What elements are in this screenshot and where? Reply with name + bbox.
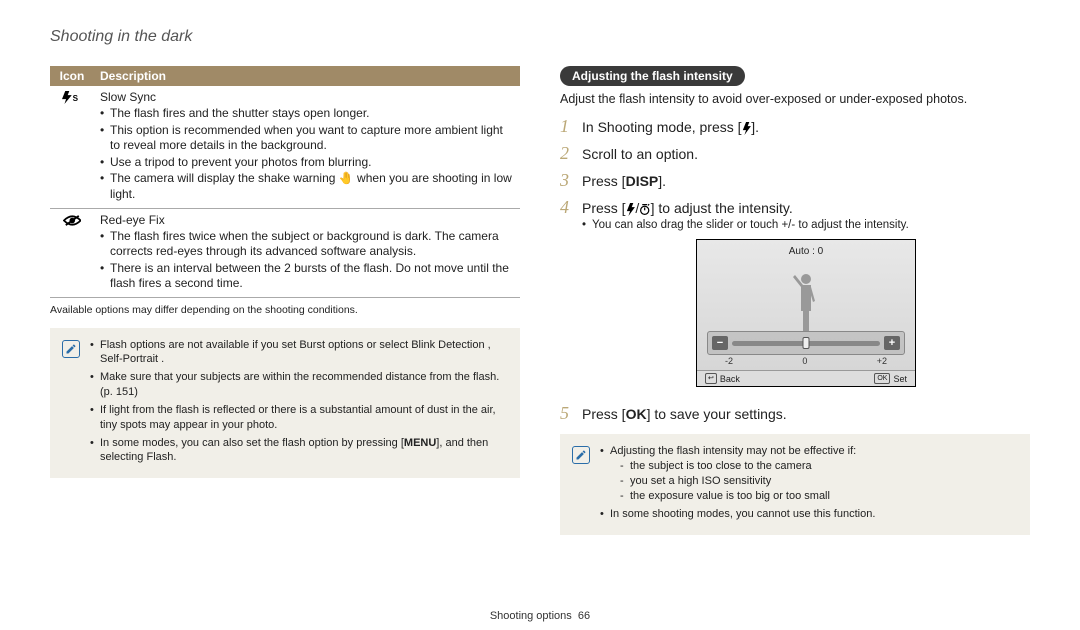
menu-key: MENU [404, 437, 436, 449]
slider-track[interactable] [732, 341, 880, 346]
steps-list: 1 In Shooting mode, press []. 2 Scroll t… [560, 116, 1030, 424]
note-sub: the exposure value is too big or too sma… [620, 489, 1018, 504]
row-title: Slow Sync [100, 90, 514, 104]
desc-item: This option is recommended when you want… [100, 123, 514, 154]
svg-text:S: S [73, 94, 79, 103]
step-number: 1 [560, 116, 582, 137]
step-number: 2 [560, 143, 582, 164]
right-note-box: Adjusting the flash intensity may not be… [560, 434, 1030, 534]
page-footer: Shooting options 66 [0, 610, 1080, 622]
right-column: Adjusting the flash intensity Adjust the… [560, 66, 1030, 535]
step-2: Scroll to an option. [582, 143, 1030, 162]
page-title: Shooting in the dark [50, 28, 1030, 46]
slider-thumb[interactable] [803, 337, 810, 349]
screen-title: Auto : 0 [707, 246, 905, 257]
red-eye-fix-icon [50, 208, 94, 297]
timer-icon [639, 202, 650, 216]
scale-mid: 0 [802, 356, 807, 366]
step-number: 4 [560, 197, 582, 218]
intensity-slider[interactable]: − + [707, 331, 905, 355]
table-row: S Slow Sync The flash fires and the shut… [50, 86, 520, 208]
section-pill: Adjusting the flash intensity [560, 66, 745, 86]
note-sub: the subject is too close to the camera [620, 459, 1018, 474]
left-column: Icon Description S Slow Sync The flash f… [50, 66, 520, 535]
step-number: 5 [560, 403, 582, 424]
desc-item: The flash fires and the shutter stays op… [100, 106, 514, 122]
note-item: Make sure that your subjects are within … [90, 370, 508, 400]
note-icon [572, 446, 590, 464]
scale-min: -2 [725, 356, 733, 366]
step-4-sub: You can also drag the slider or touch +/… [582, 219, 1030, 231]
desc-item: Use a tripod to prevent your photos from… [100, 155, 514, 171]
back-button[interactable]: ↩Back [705, 373, 740, 384]
step-3: Press [DISP]. [582, 170, 1030, 189]
slow-sync-icon: S [50, 86, 94, 208]
set-button[interactable]: OKSet [874, 373, 907, 384]
step-5: Press [OK] to save your settings. [582, 403, 1030, 422]
minus-button[interactable]: − [712, 336, 728, 350]
step-number: 3 [560, 170, 582, 191]
plus-button[interactable]: + [884, 336, 900, 350]
note-item: Adjusting the flash intensity may not be… [600, 444, 1018, 503]
table-row: Red-eye Fix The flash fires twice when t… [50, 208, 520, 297]
disp-key: DISP [626, 173, 659, 189]
flash-options-table: Icon Description S Slow Sync The flash f… [50, 66, 520, 298]
th-icon: Icon [50, 66, 94, 86]
note-item: Flash options are not available if you s… [90, 338, 508, 368]
th-desc: Description [94, 66, 520, 86]
note-item: In some shooting modes, you cannot use t… [600, 507, 1018, 522]
section-intro: Adjust the flash intensity to avoid over… [560, 92, 1030, 106]
flash-icon [626, 202, 636, 216]
ok-key: OK [626, 406, 647, 422]
note-sub: you set a high ISO sensitivity [620, 474, 1018, 489]
silhouette-icon [791, 271, 821, 331]
note-icon [62, 340, 80, 358]
desc-item: The camera will display the shake warnin… [100, 171, 514, 202]
table-footnote: Available options may differ depending o… [50, 304, 520, 318]
step-4: Press [/] to adjust the intensity. You c… [582, 197, 1030, 397]
camera-screen-mock: Auto : 0 [696, 239, 916, 387]
note-item: In some modes, you can also set the flas… [90, 436, 508, 466]
step-1: In Shooting mode, press []. [582, 116, 1030, 135]
row-title: Red-eye Fix [100, 213, 514, 227]
desc-item: There is an interval between the 2 burst… [100, 261, 514, 292]
desc-item: The flash fires twice when the subject o… [100, 229, 514, 260]
scale-max: +2 [877, 356, 887, 366]
note-item: If light from the flash is reflected or … [90, 403, 508, 433]
ok-icon: OK [874, 373, 890, 384]
flash-icon [742, 121, 752, 135]
back-icon: ↩ [705, 373, 717, 384]
left-note-box: Flash options are not available if you s… [50, 328, 520, 479]
